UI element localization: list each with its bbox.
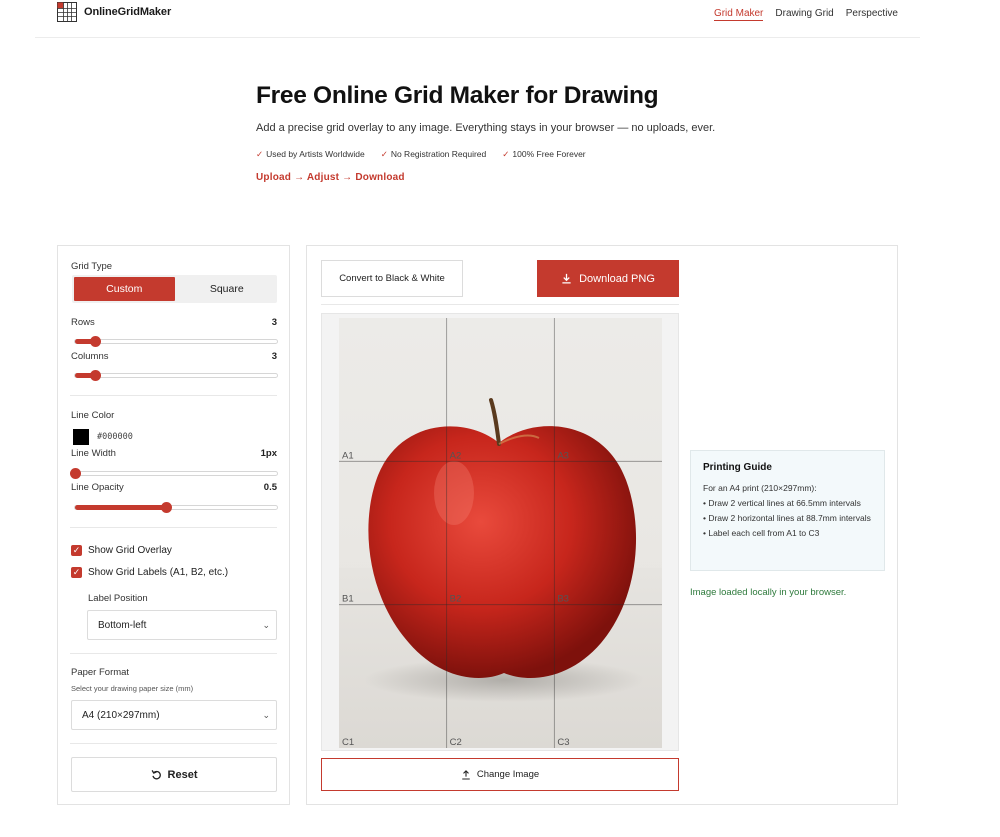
divider xyxy=(321,304,679,305)
grid-cell-label: A3 xyxy=(557,450,569,461)
grid-preview-svg: A1 A2 A3 B1 B2 B3 C1 C2 C3 xyxy=(339,318,662,748)
grid-type-custom-button[interactable]: Custom xyxy=(74,277,175,301)
nav-link-drawing-grid[interactable]: Drawing Grid xyxy=(775,8,833,21)
divider xyxy=(70,653,277,654)
grid-cell-label: C2 xyxy=(450,737,462,748)
slider-thumb[interactable] xyxy=(70,468,81,479)
guide-line: • Draw 2 horizontal lines at 88.7mm inte… xyxy=(703,513,871,523)
line-opacity-label: Line Opacity xyxy=(71,482,124,493)
show-overlay-checkbox[interactable]: ✓ xyxy=(71,545,82,556)
chevron-down-icon: ⌄ xyxy=(262,619,270,630)
slider-thumb[interactable] xyxy=(160,502,172,513)
apple-illustration xyxy=(368,426,637,678)
hero: Free Online Grid Maker for Drawing Add a… xyxy=(256,82,726,183)
brand-name: OnlineGridMaker xyxy=(84,6,172,18)
preview-canvas[interactable]: A1 A2 A3 B1 B2 B3 C1 C2 C3 xyxy=(321,313,679,751)
chevron-down-icon: ⌄ xyxy=(262,709,270,720)
reset-button[interactable]: Reset xyxy=(71,757,277,792)
paper-format-select[interactable]: A4 (210×297mm) ⌄ xyxy=(71,700,277,730)
grid-cell-label: A1 xyxy=(342,450,354,461)
grid-type-label: Grid Type xyxy=(71,261,113,272)
grid-logo-icon xyxy=(57,2,77,22)
page-title: Free Online Grid Maker for Drawing xyxy=(256,82,659,109)
line-opacity-value: 0.5 xyxy=(263,482,277,493)
line-color-label: Line Color xyxy=(71,410,115,421)
rows-value: 3 xyxy=(271,317,277,328)
check-icon: ✓ xyxy=(380,149,388,159)
printing-guide-title: Printing Guide xyxy=(703,462,772,473)
line-color-swatch[interactable] xyxy=(73,429,89,445)
apple-stem xyxy=(489,398,501,446)
divider xyxy=(70,395,277,396)
check-icon: ✓ xyxy=(256,149,264,159)
paper-format-hint: Select your drawing paper size (mm) xyxy=(71,684,194,693)
badge: ✓ No Registration Required xyxy=(380,149,487,159)
line-width-label: Line Width xyxy=(71,448,116,459)
line-opacity-slider[interactable] xyxy=(74,502,278,513)
grid-cell-label: A2 xyxy=(450,450,462,461)
grid-type-square-button[interactable]: Square xyxy=(177,275,278,303)
controls-panel: Grid Type Custom Square Rows 3 Columns 3… xyxy=(57,245,290,805)
columns-value: 3 xyxy=(271,351,277,362)
grid-cell-label: C1 xyxy=(342,737,354,748)
change-image-button[interactable]: Change Image xyxy=(321,758,679,791)
upload-icon xyxy=(462,769,470,780)
paper-format-label: Paper Format xyxy=(71,667,130,678)
columns-slider[interactable] xyxy=(74,370,278,381)
preview-panel: Convert to Black & White Download PNG A1… xyxy=(306,245,898,805)
rows-label: Rows xyxy=(71,317,95,328)
status-message: Image loaded locally in your browser. xyxy=(690,587,847,598)
grid-type-toggle: Custom Square xyxy=(72,275,277,303)
check-icon: ✓ xyxy=(502,149,510,159)
divider xyxy=(70,527,277,528)
reset-label: Reset xyxy=(167,768,198,781)
preview-image-area: A1 A2 A3 B1 B2 B3 C1 C2 C3 xyxy=(339,318,662,748)
download-png-button[interactable]: Download PNG xyxy=(537,260,679,297)
guide-line: • Label each cell from A1 to C3 xyxy=(703,528,820,538)
columns-label: Columns xyxy=(71,351,109,362)
line-width-slider[interactable] xyxy=(70,468,278,479)
printing-guide: Printing Guide For an A4 print (210×297m… xyxy=(690,450,885,571)
grid-cell-label: B3 xyxy=(557,594,569,605)
workflow-steps: Upload → Adjust → Download xyxy=(256,172,405,183)
divider xyxy=(70,743,277,744)
guide-line: For an A4 print (210×297mm): xyxy=(703,483,817,493)
top-nav: OnlineGridMaker Grid Maker Drawing Grid … xyxy=(35,0,920,38)
brand-logo[interactable]: OnlineGridMaker xyxy=(57,2,171,22)
badges: ✓ Used by Artists Worldwide ✓ No Registrat… xyxy=(256,149,726,160)
download-label: Download PNG xyxy=(579,272,655,285)
nav-link-perspective[interactable]: Perspective xyxy=(846,8,898,21)
paper-format-value: A4 (210×297mm) xyxy=(82,709,160,721)
undo-icon xyxy=(151,770,161,780)
nav-link-grid-maker[interactable]: Grid Maker xyxy=(713,8,764,21)
change-image-label: Change Image xyxy=(476,769,540,780)
download-icon xyxy=(562,273,571,284)
badge: ✓ 100% Free Forever xyxy=(502,149,586,159)
label-position-select[interactable]: Bottom-left ⌄ xyxy=(87,610,277,640)
slider-fill xyxy=(75,505,166,510)
line-color-value: #000000 xyxy=(97,432,133,442)
grid-cell-label: B2 xyxy=(450,594,462,605)
nav-links: Grid Maker Drawing Grid Perspective xyxy=(713,8,898,21)
convert-bw-button[interactable]: Convert to Black & White xyxy=(321,260,463,297)
page-subtitle: Add a precise grid overlay to any image.… xyxy=(256,122,716,134)
guide-line: • Draw 2 vertical lines at 66.5mm interv… xyxy=(703,498,861,508)
line-width-value: 1px xyxy=(260,448,277,459)
slider-thumb[interactable] xyxy=(90,370,102,381)
grid-cell-label: B1 xyxy=(342,594,354,605)
badge: ✓ Used by Artists Worldwide xyxy=(256,149,365,159)
apple-highlight xyxy=(434,461,474,525)
show-overlay-label[interactable]: Show Grid Overlay xyxy=(88,545,172,556)
show-labels-label[interactable]: Show Grid Labels (A1, B2, etc.) xyxy=(88,567,228,578)
label-position-label: Label Position xyxy=(88,593,148,604)
grid-cell-label: C3 xyxy=(557,737,569,748)
rows-slider[interactable] xyxy=(74,336,278,347)
slider-thumb[interactable] xyxy=(90,336,102,347)
show-labels-checkbox[interactable]: ✓ xyxy=(71,567,82,578)
label-position-value: Bottom-left xyxy=(98,619,147,631)
